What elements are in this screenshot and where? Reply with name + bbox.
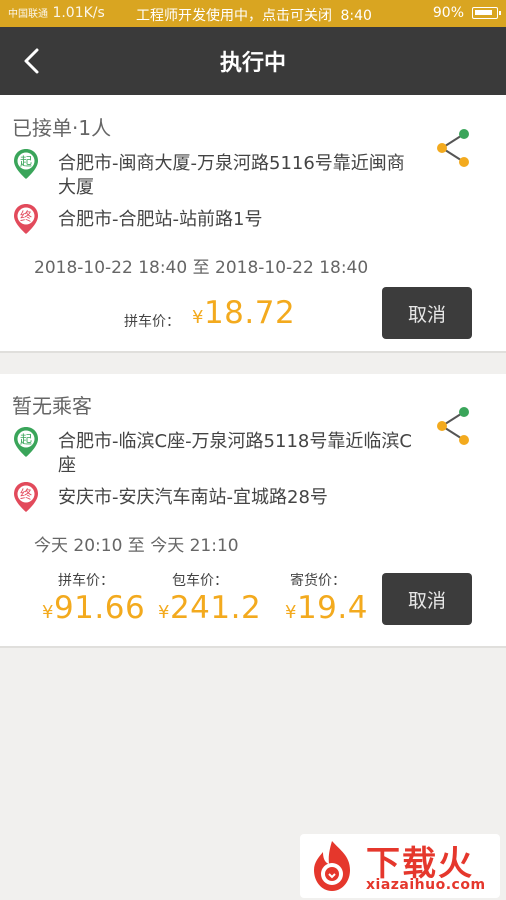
price-cargo: ¥19.4 <box>285 590 368 626</box>
price-label-carpool: 拼车价： <box>124 314 180 330</box>
start-pin-icon: 起 <box>14 427 38 457</box>
end-badge: 终 <box>20 487 32 502</box>
price-charter: ¥241.2 <box>158 590 261 626</box>
nav-bar: 执行中 <box>0 27 506 95</box>
start-badge: 起 <box>20 433 32 447</box>
price-value: 91.66 <box>53 590 146 626</box>
order-card[interactable]: 暂无乘客 起 合肥市-临滨C座-万泉河路5118号靠近临滨C座 终 安庆市-安庆… <box>0 374 506 646</box>
watermark-url: xiazaihuo.com <box>366 877 486 893</box>
order-status: 已接单·1人 <box>12 116 112 140</box>
start-badge: 起 <box>20 155 32 169</box>
price-label-carpool: 拼车价： <box>58 573 114 589</box>
flame-logo-icon <box>314 841 350 891</box>
price-carpool: ¥18.72 <box>192 295 295 331</box>
currency-symbol: ¥ <box>192 307 204 328</box>
dev-notification[interactable]: 工程师开发使用中，点击可关闭 8:40 <box>136 5 372 25</box>
start-address: 合肥市-闽商大厦-万泉河路5116号靠近闽商大厦 <box>58 153 405 198</box>
status-bar: 中国联通 1.01K/s 工程师开发使用中，点击可关闭 8:40 90% <box>0 0 506 27</box>
order-status: 暂无乘客 <box>12 394 92 418</box>
price-label-charter: 包车价： <box>172 573 228 589</box>
share-icon[interactable] <box>434 128 470 168</box>
price-value: 18.72 <box>203 295 296 331</box>
currency-symbol: ¥ <box>285 602 297 623</box>
battery-icon <box>472 7 501 19</box>
start-address: 合肥市-临滨C座-万泉河路5118号靠近临滨C座 <box>58 431 412 476</box>
end-address: 合肥市-合肥站-站前路1号 <box>58 209 263 230</box>
order-card[interactable]: 已接单·1人 起 合肥市-闽商大厦-万泉河路5116号靠近闽商大厦 终 合肥市-… <box>0 95 506 351</box>
end-pin-icon: 终 <box>14 482 38 512</box>
cancel-button[interactable]: 取消 <box>382 287 472 339</box>
battery-percent: 90% <box>432 5 464 21</box>
status-left: 中国联通 1.01K/s <box>8 5 105 21</box>
page-title: 执行中 <box>219 51 286 76</box>
currency-symbol: ¥ <box>158 602 170 623</box>
price-value: 19.4 <box>296 590 368 626</box>
price-label-cargo: 寄货价： <box>290 573 346 589</box>
price-carpool: ¥91.66 <box>42 590 145 626</box>
trip-time: 2018-10-22 18:40 至 2018-10-22 18:40 <box>34 258 369 278</box>
end-pin-icon: 终 <box>14 204 38 234</box>
cancel-button[interactable]: 取消 <box>382 573 472 625</box>
share-icon[interactable] <box>434 406 470 446</box>
start-pin-icon: 起 <box>14 149 38 179</box>
price-value: 241.2 <box>169 590 262 626</box>
status-time: 8:40 <box>340 8 372 24</box>
status-right: 90% <box>432 5 501 21</box>
network-speed: 1.01K/s <box>52 5 105 21</box>
carrier-text: 中国联通 <box>8 9 48 20</box>
end-address: 安庆市-安庆汽车南站-宜城路28号 <box>58 487 328 508</box>
watermark: 下载火 xiazaihuo.com <box>300 834 500 898</box>
currency-symbol: ¥ <box>42 602 54 623</box>
trip-time: 今天 20:10 至 今天 21:10 <box>34 536 239 556</box>
notification-text: 工程师开发使用中，点击可关闭 <box>136 8 332 24</box>
end-badge: 终 <box>20 209 32 224</box>
